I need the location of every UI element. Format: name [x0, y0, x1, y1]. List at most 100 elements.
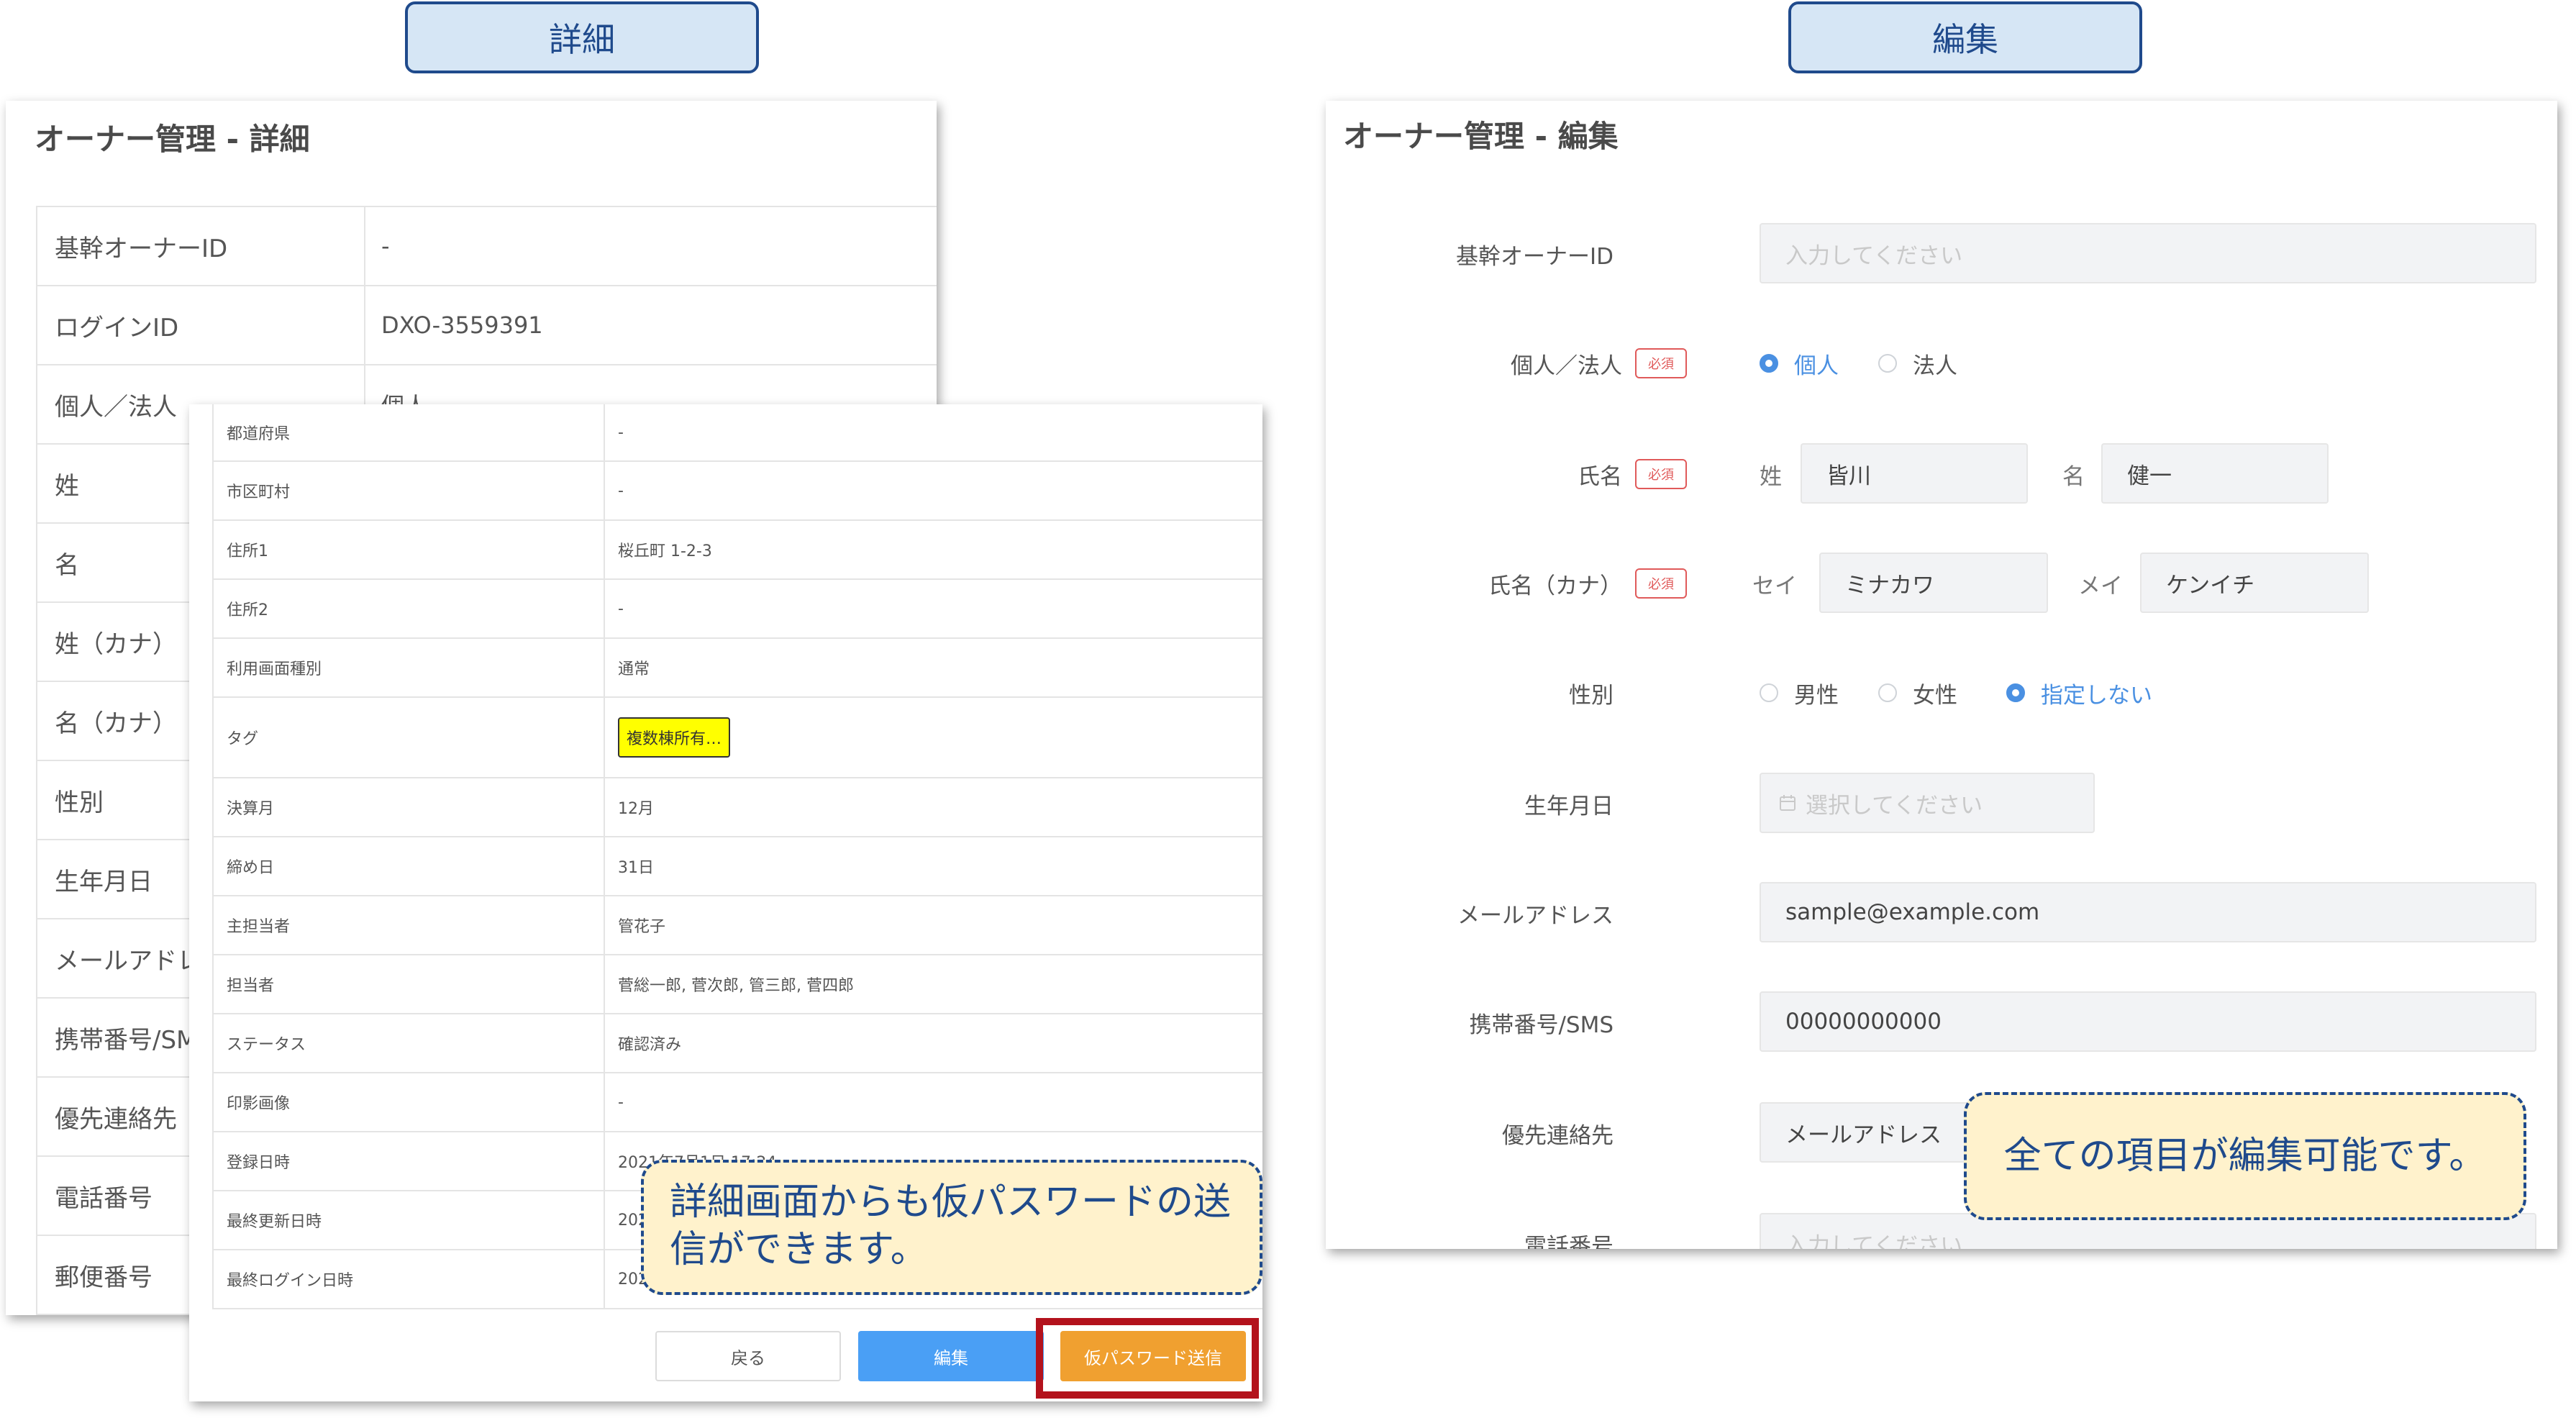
row-label: 印影画像: [212, 1073, 605, 1131]
last-kana-prefix: セイ: [1752, 573, 1797, 599]
page-title: オーナー管理 - 詳細: [35, 122, 310, 157]
table-row: 都道府県 -: [212, 404, 1262, 462]
first-kana-prefix: メイ: [2078, 573, 2123, 599]
temp-password-send-button[interactable]: 仮パスワード送信: [1060, 1331, 1246, 1381]
radio-label: 法人: [1913, 353, 1957, 379]
row-label: 担当者: [212, 955, 605, 1013]
table-row: 締め日 31日: [212, 837, 1262, 896]
table-row: 基幹オーナーID -: [36, 207, 937, 286]
radio-corporate[interactable]: 法人: [1878, 332, 1957, 394]
birthday-picker[interactable]: 選択してください: [1760, 773, 2095, 833]
table-row: ステータス 確認済み: [212, 1014, 1262, 1073]
form-row: 氏名 必須 姓 皆川 名 健一: [1326, 443, 2557, 505]
field-label: 電話番号: [1524, 1233, 1614, 1250]
row-value: DXO-3559391: [381, 312, 543, 339]
row-label: 決算月: [212, 778, 605, 836]
row-value: 12月: [618, 800, 654, 818]
radio-circle-icon: [1878, 354, 1897, 373]
radio-unspecified[interactable]: 指定しない: [2006, 662, 2152, 724]
row-value: 桜丘町 1-2-3: [618, 542, 712, 560]
radio-circle-icon: [1760, 683, 1778, 702]
row-value: -: [381, 232, 390, 260]
row-label: 登録日時: [212, 1132, 605, 1190]
back-button[interactable]: 戻る: [655, 1331, 841, 1381]
field-label: 氏名 必須: [1578, 443, 1687, 505]
radio-label: 指定しない: [2041, 682, 2152, 709]
email-input[interactable]: sample@example.com: [1760, 882, 2536, 942]
calendar-icon: [1780, 795, 1796, 811]
row-value: 通常: [618, 660, 650, 678]
radio-label: 男性: [1794, 682, 1839, 709]
form-row: 基幹オーナーID 入力してください: [1326, 223, 2557, 285]
edit-panel: オーナー管理 - 編集 基幹オーナーID 入力してください 個人／法人 必須 個…: [1326, 101, 2557, 1249]
field-label: 基幹オーナーID: [1455, 243, 1614, 270]
radio-female[interactable]: 女性: [1878, 662, 1957, 724]
table-row: 利用画面種別 通常: [212, 639, 1262, 698]
last-kana-input[interactable]: ミナカワ: [1819, 553, 2048, 613]
radio-circle-icon: [1760, 354, 1778, 373]
row-label: 都道府県: [212, 404, 605, 460]
row-label: 最終更新日時: [212, 1191, 605, 1249]
last-name-input[interactable]: 皆川: [1801, 443, 2028, 504]
required-badge: 必須: [1635, 568, 1687, 599]
required-badge: 必須: [1635, 348, 1687, 378]
radio-circle-icon: [1878, 683, 1897, 702]
form-row: 氏名（カナ） 必須 セイ ミナカワ メイ ケンイチ: [1326, 553, 2557, 614]
edit-button[interactable]: 編集: [858, 1331, 1044, 1381]
required-badge: 必須: [1635, 459, 1687, 489]
detail-overlay-table: 都道府県 - 市区町村 - 住所1 桜丘町 1-2-3 住所2- 利用画面種別 通常 タ…: [212, 404, 1262, 1309]
callout-detail: 詳細画面からも仮パスワードの送信ができます。: [641, 1160, 1262, 1295]
first-kana-input[interactable]: ケンイチ: [2140, 553, 2369, 613]
callout-edit: 全ての項目が編集可能です。: [1964, 1092, 2526, 1220]
row-label: 基幹オーナーID: [36, 207, 365, 285]
row-value: -: [618, 1093, 624, 1112]
table-row: 主担当者 管花子: [212, 896, 1262, 955]
field-label: メールアドレス: [1457, 902, 1614, 929]
field-label-text: 個人／法人: [1511, 353, 1622, 379]
row-label: 締め日: [212, 837, 605, 895]
form-row: 個人／法人 必須 個人 法人: [1326, 332, 2557, 394]
last-name-prefix: 姓: [1760, 463, 1782, 490]
first-name-prefix: 名: [2062, 463, 2085, 490]
row-label: 主担当者: [212, 896, 605, 954]
form-row: メールアドレス sample@example.com: [1326, 882, 2557, 944]
row-value: -: [618, 481, 624, 500]
table-row: 住所1 桜丘町 1-2-3: [212, 521, 1262, 580]
mobile-input[interactable]: 00000000000: [1760, 991, 2536, 1052]
row-value: 複数棟所有…: [605, 698, 1262, 777]
first-name-input[interactable]: 健一: [2101, 443, 2329, 504]
row-value: 確認済み: [618, 1036, 682, 1054]
owner-id-input[interactable]: 入力してください: [1760, 223, 2536, 283]
form-row: 生年月日 選択してください: [1326, 773, 2557, 835]
birthday-placeholder: 選択してください: [1806, 792, 1983, 819]
row-label: 住所2: [212, 580, 605, 637]
row-label: 住所1: [212, 521, 605, 578]
radio-label: 女性: [1913, 682, 1957, 709]
field-label: 優先連絡先: [1502, 1122, 1614, 1149]
row-label: ログインID: [36, 286, 365, 364]
table-row: タグ 複数棟所有…: [212, 698, 1262, 778]
tab-detail[interactable]: 詳細: [405, 1, 759, 73]
row-label: ステータス: [212, 1014, 605, 1072]
field-label: 個人／法人 必須: [1511, 332, 1687, 394]
radio-label: 個人: [1794, 353, 1839, 379]
radio-male[interactable]: 男性: [1760, 662, 1839, 724]
tab-edit[interactable]: 編集: [1788, 1, 2142, 73]
table-row: 印影画像 -: [212, 1073, 1262, 1132]
priority-contact-select[interactable]: メールアドレス: [1760, 1102, 1990, 1163]
radio-circle-icon: [2006, 683, 2025, 702]
table-row: 住所2-: [212, 580, 1262, 639]
radio-individual[interactable]: 個人: [1760, 332, 1839, 394]
row-value: 菅総一郎, 菅次郎, 管三郎, 菅四郎: [618, 977, 854, 995]
row-label: 市区町村: [212, 462, 605, 519]
row-value: 31日: [618, 859, 654, 877]
row-label: タグ: [212, 698, 605, 777]
tag-badge[interactable]: 複数棟所有…: [618, 717, 731, 758]
row-label: 最終ログイン日時: [212, 1250, 605, 1308]
row-value: -: [618, 423, 624, 442]
field-label: 生年月日: [1524, 793, 1614, 819]
row-value: 管花子: [618, 918, 666, 936]
field-label: 性別: [1569, 682, 1614, 709]
row-label: 利用画面種別: [212, 639, 605, 696]
field-label: 氏名（カナ） 必須: [1488, 553, 1687, 614]
